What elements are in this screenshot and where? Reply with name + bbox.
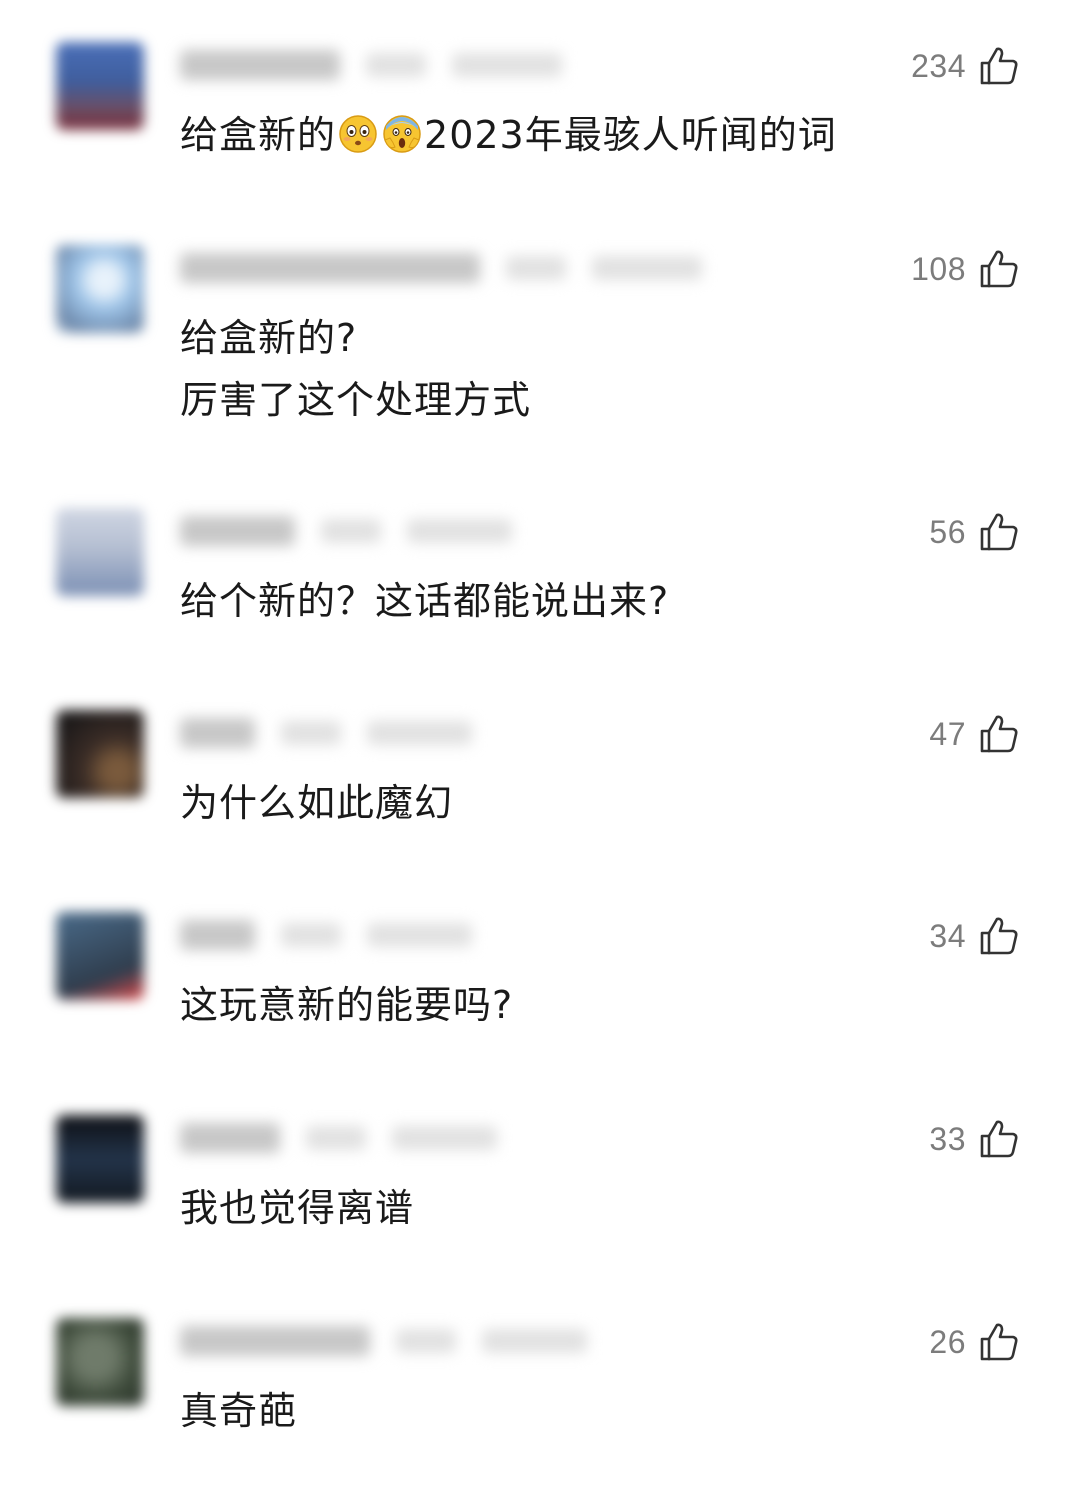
thumbs-up-outline-icon[interactable]: [978, 248, 1020, 290]
comment-text-part: 给盒新的: [180, 113, 337, 157]
comment-item: 这玩意新的能要吗? 34: [0, 912, 1080, 1102]
flushed-face-emoji: [339, 115, 377, 153]
comment-text: 给个新的？这话都能说出来?: [180, 579, 670, 623]
comment-text: 给盒新的? 厉害了这个处理方式: [180, 316, 532, 422]
thumbs-up-outline-icon[interactable]: [978, 915, 1020, 957]
avatar[interactable]: [56, 1115, 144, 1203]
like-button[interactable]: 34: [929, 912, 1020, 960]
comment-item: 真奇葩 26: [0, 1318, 1080, 1508]
like-count: 34: [929, 917, 966, 954]
avatar[interactable]: [56, 508, 144, 596]
username-blurred: [180, 516, 512, 546]
username-blurred: [180, 253, 702, 283]
avatar[interactable]: [56, 42, 144, 130]
like-button[interactable]: 26: [929, 1318, 1020, 1366]
username-blurred: [180, 1123, 497, 1153]
like-count: 47: [929, 715, 966, 752]
username-blurred: [180, 1326, 587, 1356]
comment-item: 我也觉得离谱 33: [0, 1115, 1080, 1305]
screaming-face-emoji: [383, 115, 421, 153]
comment-text: 为什么如此魔幻: [180, 781, 454, 825]
like-button[interactable]: 47: [929, 710, 1020, 758]
comment-text: 这玩意新的能要吗?: [180, 983, 514, 1027]
like-button[interactable]: 234: [911, 42, 1020, 90]
thumbs-up-outline-icon[interactable]: [978, 1321, 1020, 1363]
avatar[interactable]: [56, 912, 144, 1000]
avatar[interactable]: [56, 1318, 144, 1406]
like-button[interactable]: 108: [911, 245, 1020, 293]
username-blurred: [180, 50, 562, 80]
like-button[interactable]: 33: [929, 1115, 1020, 1163]
comment-text-part: 2023年最骇人听闻的词: [424, 113, 837, 157]
thumbs-up-outline-icon[interactable]: [978, 1118, 1020, 1160]
comment-item: 为什么如此魔幻 47: [0, 710, 1080, 900]
comment-item: 给盒新的 2023年最骇人听闻的词 234: [0, 42, 1080, 232]
like-count: 26: [929, 1323, 966, 1360]
thumbs-up-outline-icon[interactable]: [978, 511, 1020, 553]
comment-text: 真奇葩: [180, 1389, 298, 1433]
like-button[interactable]: 56: [929, 508, 1020, 556]
like-count: 56: [929, 513, 966, 550]
like-count: 33: [929, 1120, 966, 1157]
avatar[interactable]: [56, 710, 144, 798]
thumbs-up-outline-icon[interactable]: [978, 45, 1020, 87]
username-blurred: [180, 920, 472, 950]
comment-text: 我也觉得离谱: [180, 1186, 415, 1230]
username-blurred: [180, 718, 472, 748]
like-count: 108: [911, 250, 966, 287]
comment-item: 给个新的？这话都能说出来? 56: [0, 508, 1080, 698]
avatar[interactable]: [56, 245, 144, 333]
comment-list: 给盒新的 2023年最骇人听闻的词 234 给盒新的? 厉害了这个处理方式 10…: [0, 0, 1080, 1478]
thumbs-up-outline-icon[interactable]: [978, 713, 1020, 755]
comment-item: 给盒新的? 厉害了这个处理方式 108: [0, 245, 1080, 435]
like-count: 234: [911, 47, 966, 84]
comment-text: 给盒新的 2023年最骇人听闻的词: [180, 104, 900, 166]
